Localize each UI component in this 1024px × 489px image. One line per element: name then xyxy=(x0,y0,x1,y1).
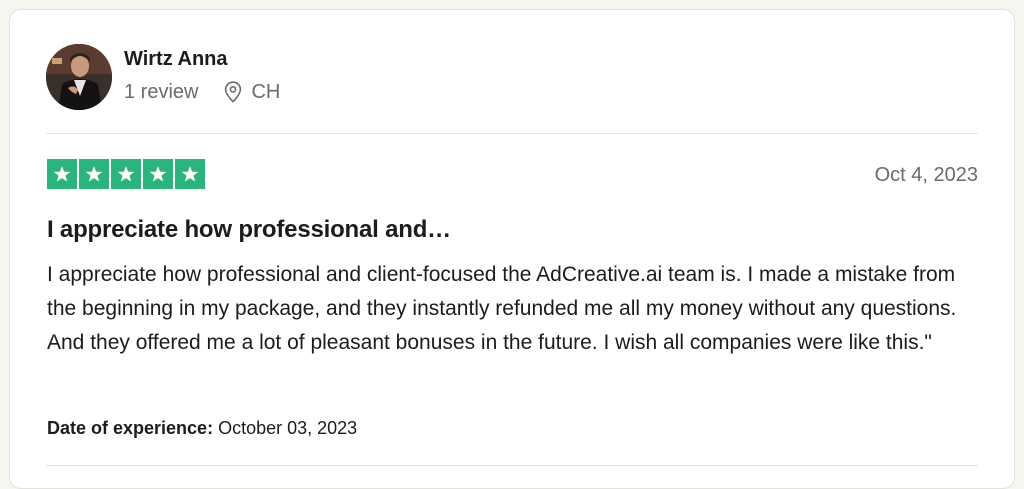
review-card: Wirtz Anna 1 review CH Oct 4, 2023 I app… xyxy=(9,9,1015,489)
experience-label: Date of experience: xyxy=(47,418,214,438)
star-icon xyxy=(175,159,205,189)
reviewer-meta: 1 review CH xyxy=(124,80,280,104)
divider xyxy=(46,465,978,466)
review-date: Oct 4, 2023 xyxy=(874,164,978,186)
star-icon xyxy=(47,159,77,189)
star-rating xyxy=(47,159,207,189)
reviewer-info: Wirtz Anna 1 review CH xyxy=(124,47,280,104)
date-of-experience: Date of experience: October 03, 2023 xyxy=(47,416,357,440)
star-icon xyxy=(111,159,141,189)
star-icon xyxy=(143,159,173,189)
reviewer-location: CH xyxy=(251,80,281,103)
reviewer-header[interactable]: Wirtz Anna 1 review CH xyxy=(46,44,280,110)
reviewer-name[interactable]: Wirtz Anna xyxy=(124,47,280,71)
review-body: I appreciate how professional and client… xyxy=(47,263,957,354)
review-count: 1 review xyxy=(124,80,199,103)
review-title[interactable]: I appreciate how professional and… xyxy=(47,215,451,245)
reviewer-avatar[interactable] xyxy=(46,44,112,110)
star-icon xyxy=(79,159,109,189)
experience-date: October 03, 2023 xyxy=(218,418,358,438)
divider xyxy=(46,133,978,134)
map-pin-icon xyxy=(224,80,242,103)
